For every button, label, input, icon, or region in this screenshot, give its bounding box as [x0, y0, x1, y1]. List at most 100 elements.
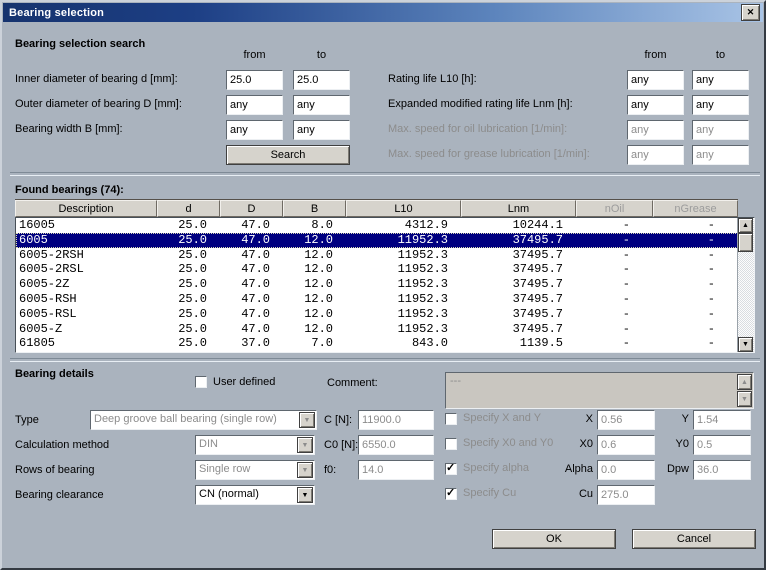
- search-button[interactable]: Search: [226, 145, 350, 165]
- title-bar[interactable]: Bearing selection: [3, 3, 763, 22]
- dropdown[interactable]: CN (normal)▼: [195, 485, 315, 505]
- from-input[interactable]: [226, 120, 283, 140]
- table-cell: 12.0: [284, 322, 347, 337]
- table-cell: 37.0: [221, 336, 284, 351]
- factor-input[interactable]: [693, 460, 751, 480]
- column-header[interactable]: nOil: [576, 200, 653, 217]
- load-field-input[interactable]: [358, 410, 434, 430]
- chevron-down-icon[interactable]: ▼: [297, 437, 313, 453]
- table-row[interactable]: 1600525.047.08.04312.910244.1--: [16, 218, 738, 233]
- details-row: Type Deep groove ball bearing (single row…: [15, 410, 345, 430]
- comment-scroll-up-button[interactable]: ▲: [737, 374, 752, 390]
- dropdown[interactable]: Deep groove ball bearing (single row)▼: [90, 410, 317, 430]
- to-input[interactable]: [692, 95, 749, 115]
- to-input[interactable]: [692, 120, 749, 140]
- column-header[interactable]: Description: [15, 200, 157, 217]
- chevron-down-icon[interactable]: ▼: [299, 412, 315, 428]
- from-input[interactable]: [627, 95, 684, 115]
- table-cell: 37495.7: [462, 292, 577, 307]
- load-field-input[interactable]: [358, 435, 434, 455]
- search-field-label: Expanded modified rating life Lnm [h]:: [388, 98, 573, 110]
- table-cell: 8.0: [284, 218, 347, 233]
- scrollbar-up-button[interactable]: ▲: [738, 218, 753, 233]
- user-defined-checkbox[interactable]: [195, 376, 207, 388]
- factor-label: Y: [643, 413, 689, 425]
- chevron-down-icon[interactable]: ▼: [297, 462, 313, 478]
- factor-input[interactable]: [597, 485, 655, 505]
- dropdown[interactable]: Single row▼: [195, 460, 315, 480]
- load-field-row: C0 [N]:: [324, 435, 444, 455]
- results-listbox[interactable]: 1600525.047.08.04312.910244.1--600525.04…: [15, 217, 755, 353]
- load-field-input[interactable]: [358, 460, 434, 480]
- table-row[interactable]: 6005-RSH25.047.012.011952.337495.7--: [16, 292, 738, 307]
- table-cell: 16005: [16, 218, 158, 233]
- comment-box[interactable]: --- ▲ ▼: [445, 372, 754, 409]
- specify-row: Specify alphaAlphaDpw: [445, 460, 755, 480]
- column-header-label: Description: [58, 203, 113, 215]
- column-header[interactable]: L10: [346, 200, 461, 217]
- details-row: Rows of bearingSingle row▼: [15, 460, 345, 480]
- to-input[interactable]: [293, 95, 350, 115]
- table-cell: 12.0: [284, 292, 347, 307]
- table-row[interactable]: 6180525.037.07.0843.01139.5--: [16, 336, 738, 351]
- cancel-button[interactable]: Cancel: [632, 529, 756, 549]
- specify-checkbox[interactable]: [445, 413, 457, 425]
- table-row[interactable]: 6005-2Z25.047.012.011952.337495.7--: [16, 277, 738, 292]
- window-title: Bearing selection: [3, 7, 104, 19]
- table-cell: -: [577, 292, 654, 307]
- from-input[interactable]: [226, 95, 283, 115]
- table-cell: 47.0: [221, 233, 284, 248]
- column-header[interactable]: d: [157, 200, 220, 217]
- specify-checkbox[interactable]: [445, 488, 457, 500]
- dropdown[interactable]: DIN▼: [195, 435, 315, 455]
- table-row[interactable]: 6005-2RSL25.047.012.011952.337495.7--: [16, 262, 738, 277]
- search-row: Bearing width B [mm]:: [15, 120, 385, 145]
- column-header[interactable]: Lnm: [461, 200, 576, 217]
- table-row[interactable]: 6005-RSL25.047.012.011952.337495.7--: [16, 307, 738, 322]
- table-cell: -: [577, 307, 654, 322]
- results-table-header: Description dDBL10LnmnOilnGrease: [15, 200, 738, 217]
- from-input[interactable]: [226, 70, 283, 90]
- factor-input[interactable]: [693, 435, 751, 455]
- details-dropdowns: Type Deep groove ball bearing (single row…: [15, 410, 345, 520]
- to-input[interactable]: [692, 145, 749, 165]
- comment-scrollbar: ▲ ▼: [737, 374, 752, 407]
- table-cell: -: [577, 322, 654, 337]
- to-input[interactable]: [293, 70, 350, 90]
- table-row[interactable]: 600525.047.012.011952.337495.7--: [16, 233, 738, 248]
- load-field-label: C [N]:: [324, 414, 352, 426]
- from-column-label-right: from: [627, 49, 684, 61]
- table-cell: 47.0: [221, 277, 284, 292]
- table-cell: 12.0: [284, 233, 347, 248]
- specify-checkbox[interactable]: [445, 463, 457, 475]
- details-field-label: Bearing clearance: [15, 489, 104, 501]
- bearing-selection-dialog: Bearing selection ✕ Bearing selection se…: [0, 0, 766, 570]
- table-row[interactable]: 6005-Z25.047.012.011952.337495.7--: [16, 322, 738, 337]
- column-header[interactable]: B: [283, 200, 346, 217]
- results-heading: Found bearings (74):: [15, 184, 124, 196]
- column-header[interactable]: nGrease: [653, 200, 738, 217]
- scrollbar-down-button[interactable]: ▼: [738, 337, 753, 352]
- details-field-label: Type: [15, 414, 39, 426]
- from-input[interactable]: [627, 145, 684, 165]
- from-input[interactable]: [627, 70, 684, 90]
- specify-checkbox[interactable]: [445, 438, 457, 450]
- ok-button[interactable]: OK: [492, 529, 616, 549]
- from-input[interactable]: [627, 120, 684, 140]
- details-row: Bearing clearance CN (normal)▼: [15, 485, 345, 505]
- table-cell: 11952.3: [347, 292, 462, 307]
- details-load-fields: C [N]:C0 [N]:f0:: [324, 410, 444, 495]
- chevron-down-icon[interactable]: ▼: [297, 487, 313, 503]
- close-button[interactable]: ✕: [741, 4, 760, 21]
- close-icon: ✕: [747, 7, 755, 18]
- specify-label: Specify alpha: [463, 462, 529, 474]
- scrollbar-thumb[interactable]: [738, 233, 753, 252]
- comment-scroll-down-button[interactable]: ▼: [737, 391, 752, 407]
- table-row[interactable]: 6005-2RSH25.047.012.011952.337495.7--: [16, 248, 738, 263]
- to-input[interactable]: [692, 70, 749, 90]
- to-input[interactable]: [293, 120, 350, 140]
- factor-input[interactable]: [693, 410, 751, 430]
- results-scrollbar[interactable]: ▲ ▼: [737, 218, 754, 352]
- search-field-label: Max. speed for grease lubrication [1/min…: [388, 148, 590, 160]
- column-header[interactable]: D: [220, 200, 283, 217]
